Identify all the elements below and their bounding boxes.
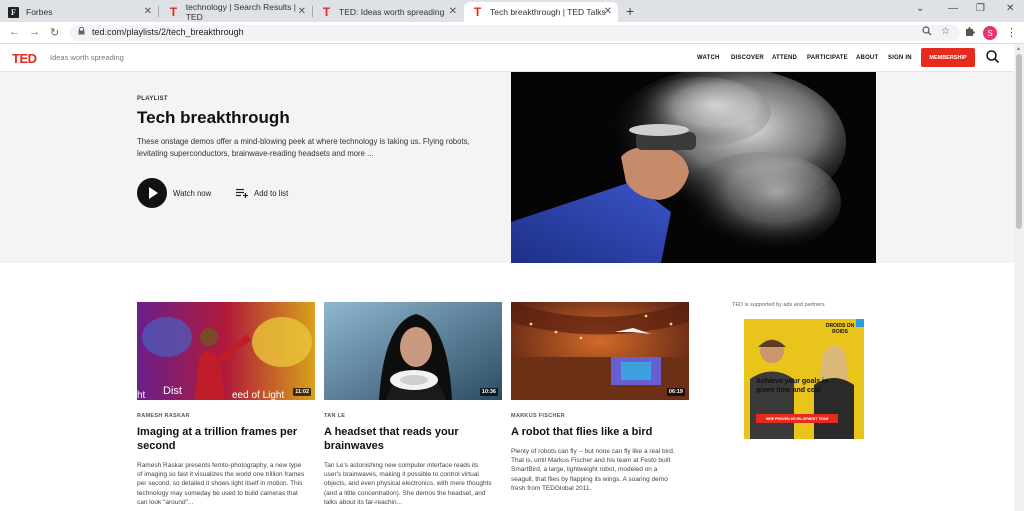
playlist-description: These onstage demos offer a mind-blowing… bbox=[137, 137, 470, 158]
forbes-favicon-icon: F bbox=[8, 6, 19, 18]
profile-avatar[interactable]: S bbox=[983, 26, 997, 40]
speaker-name[interactable]: MARKUS FISCHER bbox=[511, 413, 565, 419]
zoom-icon[interactable] bbox=[922, 26, 932, 39]
ad-choices-icon[interactable] bbox=[856, 319, 864, 327]
nav-discover[interactable]: DISCOVER bbox=[731, 55, 764, 61]
playlist-label: PLAYLIST bbox=[137, 96, 168, 102]
tab-close-icon[interactable]: ✕ bbox=[144, 6, 152, 17]
talk-thumbnail-tan-le[interactable]: 10:36 bbox=[324, 302, 502, 400]
ted-favicon-icon: T bbox=[473, 5, 482, 19]
tab-search-icon[interactable]: ⌄ bbox=[916, 3, 924, 14]
talk-description: Tan Le's astonishing new computer interf… bbox=[324, 462, 492, 506]
tab-label: technology | Search Results | TED bbox=[185, 2, 296, 22]
thumbnail-caption: ht bbox=[137, 390, 146, 400]
tab-tech-breakthrough[interactable]: T Tech breakthrough | TED Talks ✕ bbox=[464, 2, 618, 22]
nav-watch[interactable]: WATCH bbox=[697, 55, 720, 61]
nav-sign-in[interactable]: SIGN IN bbox=[888, 55, 912, 61]
hero-image[interactable] bbox=[511, 72, 876, 263]
talk-title[interactable]: A robot that flies like a bird bbox=[511, 425, 681, 439]
tab-forbes[interactable]: F Forbes ✕ bbox=[0, 2, 158, 22]
browser-tab-strip: F Forbes ✕ T technology | Search Results… bbox=[0, 0, 1024, 22]
ted-logo[interactable]: TED bbox=[12, 51, 37, 66]
speaker-name[interactable]: RAMESH RASKAR bbox=[137, 413, 190, 419]
tab-ted-home[interactable]: T TED: Ideas worth spreading ✕ bbox=[313, 2, 463, 22]
duration-badge: 10:36 bbox=[479, 388, 498, 396]
url-text: ted.com/playlists/2/tech_breakthrough bbox=[92, 27, 244, 37]
speaker-name[interactable]: TAN LE bbox=[324, 413, 345, 419]
forward-icon[interactable]: → bbox=[29, 26, 40, 38]
address-bar[interactable]: ted.com/playlists/2/tech_breakthrough ☆ bbox=[70, 25, 960, 41]
restore-icon[interactable]: ❐ bbox=[976, 3, 985, 14]
new-tab-icon[interactable]: + bbox=[626, 3, 634, 19]
nav-about[interactable]: ABOUT bbox=[856, 55, 878, 61]
bookmark-star-icon[interactable]: ☆ bbox=[941, 26, 950, 37]
ad-cta-button[interactable]: HIRE PROVEN DEVELOPMENT TEAM bbox=[756, 414, 838, 423]
tagline: Ideas worth spreading bbox=[50, 53, 124, 62]
back-icon[interactable]: ← bbox=[9, 26, 20, 38]
scroll-up-icon[interactable]: ▲ bbox=[1016, 46, 1021, 52]
tab-label: TED: Ideas worth spreading bbox=[339, 7, 445, 17]
play-button[interactable] bbox=[137, 178, 167, 208]
thumbnail-caption: Dist bbox=[163, 385, 182, 397]
reload-icon[interactable]: ↻ bbox=[50, 26, 59, 39]
ted-favicon-icon: T bbox=[169, 5, 178, 19]
tab-label: Tech breakthrough | TED Talks bbox=[490, 7, 606, 17]
search-icon[interactable] bbox=[986, 50, 999, 63]
window-close-icon[interactable]: ✕ bbox=[1006, 3, 1014, 14]
thumbnail-caption: eed of Light bbox=[232, 390, 284, 400]
tab-ted-search[interactable]: T technology | Search Results | TED ✕ bbox=[160, 2, 312, 22]
ad-headline: Achieve your goals in given time and cos… bbox=[756, 378, 829, 394]
membership-button[interactable]: MEMBERSHIP bbox=[921, 48, 975, 67]
talk-thumbnail-fischer[interactable]: 06:19 bbox=[511, 302, 689, 400]
nav-attend[interactable]: ATTEND bbox=[772, 55, 797, 61]
page-title: Tech breakthrough bbox=[137, 108, 290, 127]
tab-close-icon[interactable]: ✕ bbox=[298, 6, 306, 17]
add-to-list-link[interactable]: Add to list bbox=[254, 189, 288, 198]
add-to-list-icon[interactable] bbox=[236, 188, 248, 198]
tab-label: Forbes bbox=[26, 7, 53, 17]
site-header: TED Ideas worth spreading WATCH DISCOVER… bbox=[0, 44, 1014, 72]
talk-thumbnail-raskar[interactable]: Dist eed of Light ht 11:02 bbox=[137, 302, 315, 400]
browser-toolbar: ← → ↻ ted.com/playlists/2/tech_breakthro… bbox=[0, 22, 1024, 44]
talk-title[interactable]: A headset that reads your brainwaves bbox=[324, 425, 494, 453]
page-scrollbar[interactable]: ▲ bbox=[1014, 44, 1024, 511]
tab-close-icon[interactable]: ✕ bbox=[604, 6, 612, 17]
ad-brand-badge: DROIDS ON ROIDS bbox=[825, 323, 855, 335]
nav-participate[interactable]: PARTICIPATE bbox=[807, 55, 848, 61]
watch-now-link[interactable]: Watch now bbox=[173, 189, 211, 198]
talk-description: Ramesh Raskar presents femto-photography… bbox=[137, 462, 305, 506]
ted-favicon-icon: T bbox=[322, 5, 331, 19]
minimize-icon[interactable]: — bbox=[948, 3, 958, 14]
duration-badge: 06:19 bbox=[666, 388, 685, 396]
talk-description: Plenty of robots can fly -- but none can… bbox=[511, 448, 675, 492]
duration-badge: 11:02 bbox=[293, 388, 311, 396]
tab-divider bbox=[158, 6, 159, 17]
lock-icon[interactable] bbox=[78, 26, 85, 37]
playlist-hero: PLAYLIST Tech breakthrough These onstage… bbox=[0, 72, 1014, 263]
tab-close-icon[interactable]: ✕ bbox=[449, 6, 457, 17]
talk-title[interactable]: Imaging at a trillion frames per second bbox=[137, 425, 307, 453]
ad-disclaimer: TED is supported by ads and partners bbox=[732, 302, 825, 308]
extensions-puzzle-icon[interactable] bbox=[964, 26, 975, 40]
browser-menu-icon[interactable]: ⋮ bbox=[1006, 26, 1017, 39]
scrollbar-thumb[interactable] bbox=[1016, 54, 1022, 229]
